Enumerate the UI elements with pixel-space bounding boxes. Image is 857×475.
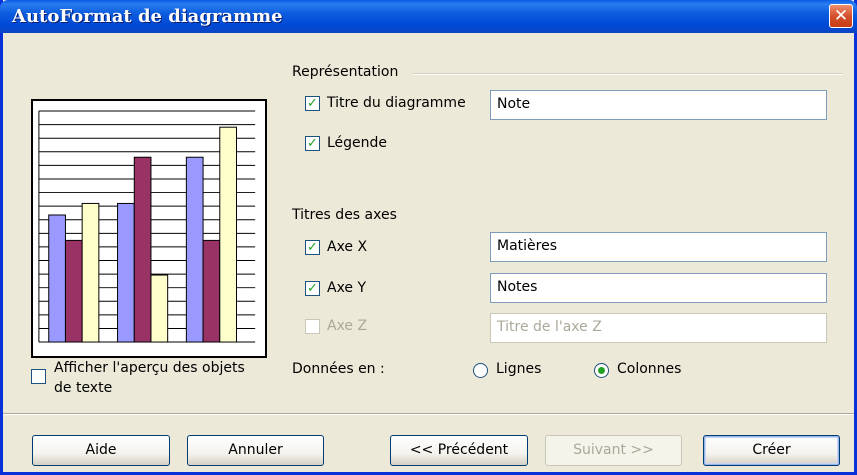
cancel-button[interactable]: Annuler [187, 435, 324, 466]
window-title: AutoFormat de diagramme [12, 6, 283, 27]
data-series-label: Données en : [292, 361, 385, 377]
legend-checkbox[interactable]: ✓ [305, 136, 320, 151]
representation-divider [413, 73, 842, 75]
back-button[interactable]: << Précédent [390, 435, 528, 466]
axis-y-checkbox[interactable]: ✓ [305, 281, 320, 296]
rows-label: Lignes [496, 361, 542, 377]
next-button[interactable]: Suivant >> [545, 435, 682, 466]
preview-bar [219, 126, 237, 343]
preview-bar [48, 214, 66, 343]
title-bar[interactable]: AutoFormat de diagramme ✕ [0, 0, 857, 33]
representation-heading: Représentation [292, 64, 399, 80]
axis-titles-heading: Titres des axes [292, 207, 397, 223]
checkmark-icon: ✓ [307, 136, 318, 151]
checkmark-icon: ✓ [307, 240, 318, 255]
preview-bar [117, 202, 135, 343]
preview-bar [185, 156, 204, 343]
checkmark-icon: ✓ [307, 96, 318, 111]
checkmark-icon: ✓ [307, 281, 318, 296]
show-text-objects-checkbox[interactable] [31, 369, 46, 384]
preview-bar [150, 274, 169, 343]
axis-z-label: Axe Z [327, 318, 368, 334]
axis-y-label: Axe Y [327, 280, 367, 296]
create-button[interactable]: Créer [703, 435, 840, 466]
close-icon[interactable]: ✕ [829, 4, 853, 28]
axis-x-input[interactable]: Matières [490, 232, 827, 262]
show-text-objects-label-line2: de texte [54, 380, 113, 396]
chart-preview [31, 99, 267, 358]
axis-z-input[interactable]: Titre de l'axe Z [490, 313, 827, 343]
legend-label: Légende [327, 135, 388, 151]
axis-y-input[interactable]: Notes [490, 273, 827, 303]
axis-x-checkbox[interactable]: ✓ [305, 240, 320, 255]
preview-bar [64, 239, 83, 343]
preview-bar [81, 202, 100, 343]
columns-label: Colonnes [617, 361, 682, 377]
radio-selected-dot [598, 367, 605, 374]
chart-title-label: Titre du diagramme [327, 95, 466, 111]
chart-title-input[interactable]: Note [490, 90, 827, 120]
help-button[interactable]: Aide [32, 435, 170, 466]
chart-autoformat-dialog: AutoFormat de diagramme ✕ Afficher l'ape… [0, 0, 857, 475]
chart-title-checkbox[interactable]: ✓ [305, 96, 320, 111]
footer-separator [3, 413, 854, 415]
preview-bar [202, 239, 221, 343]
axis-z-checkbox[interactable] [305, 319, 320, 334]
preview-bar [133, 156, 152, 343]
axis-x-label: Axe X [327, 239, 368, 255]
show-text-objects-label-line1: Afficher l'aperçu des objets [54, 360, 245, 376]
columns-radio[interactable] [594, 363, 609, 378]
rows-radio[interactable] [473, 363, 488, 378]
